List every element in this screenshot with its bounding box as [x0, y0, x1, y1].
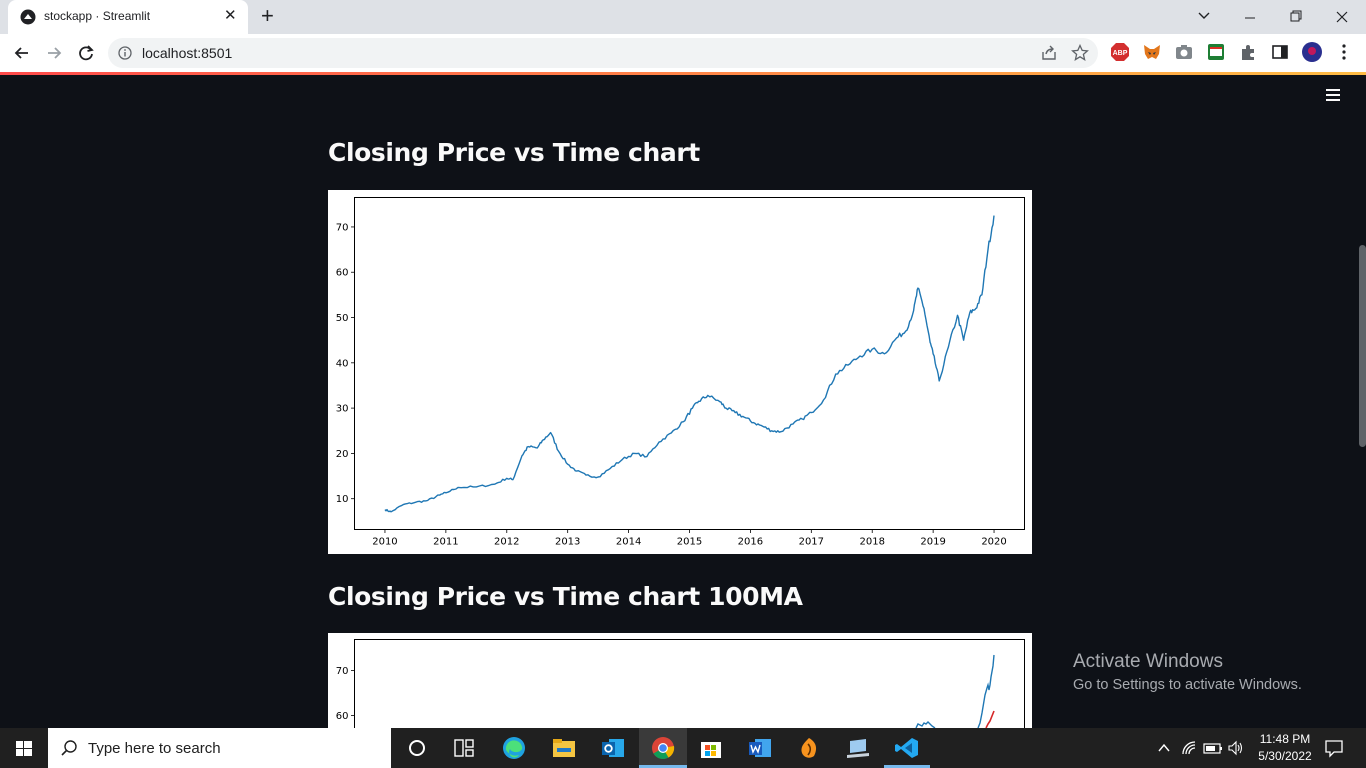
side-panel-icon[interactable]: [1270, 42, 1290, 62]
closing-price-100ma-chart-svg: 60 70: [336, 639, 1025, 728]
site-info-icon[interactable]: [118, 46, 132, 60]
x-tick-label: 2013: [555, 537, 580, 548]
plot-frame: [354, 197, 1025, 530]
y-tick-label: 70: [336, 666, 349, 677]
minimize-icon[interactable]: [1227, 4, 1273, 30]
chrome-icon[interactable]: [650, 736, 676, 760]
taskbar-search-box[interactable]: Type here to search: [48, 728, 391, 768]
reload-icon[interactable]: [76, 43, 96, 63]
svg-text:ABP: ABP: [1113, 50, 1128, 57]
metamask-fox-icon[interactable]: [1142, 42, 1162, 62]
search-icon: [61, 740, 77, 756]
y-tick-label: 70: [336, 222, 349, 233]
x-tick-label: 2010: [372, 537, 397, 548]
y-tick-label: 50: [336, 313, 349, 324]
show-hidden-icons-chevron-icon[interactable]: [1156, 740, 1172, 756]
tab-title: stockapp · Streamlit: [44, 9, 151, 23]
restore-icon[interactable]: [1273, 4, 1319, 30]
y-tick-label: 40: [336, 358, 349, 369]
battery-icon[interactable]: [1203, 741, 1223, 755]
plot-frame: [354, 639, 1025, 728]
microsoft-store-icon[interactable]: [698, 736, 724, 760]
more-menu-icon[interactable]: [1334, 42, 1354, 62]
x-tick-label: 2011: [433, 537, 458, 548]
y-tick-label: 20: [336, 449, 349, 460]
x-tick-label: 2012: [494, 537, 519, 548]
profile-avatar-icon[interactable]: [1302, 42, 1322, 62]
closing-price-chart-svg: 2010 2011 2012 2013 2014 2015 2016 2017 2018 2019…: [336, 197, 1025, 548]
word-icon[interactable]: [747, 736, 773, 760]
x-tick-label: 2015: [677, 537, 702, 548]
camera-icon[interactable]: [1174, 42, 1194, 62]
x-tick-label: 2017: [799, 537, 824, 548]
x-tick-label: 2020: [981, 537, 1006, 548]
x-tick-label: 2014: [616, 537, 641, 548]
tab-search-chevron-icon[interactable]: [1181, 4, 1227, 30]
back-arrow-icon[interactable]: [12, 43, 32, 63]
browser-tabstrip: stockapp · Streamlit ✕ +: [0, 0, 1366, 34]
clock-time: 11:48 PM: [1259, 732, 1311, 746]
bookmark-star-icon[interactable]: [1071, 44, 1089, 62]
activate-windows-watermark: Activate Windows Go to Settings to activ…: [1073, 651, 1302, 693]
vscode-icon[interactable]: [894, 736, 920, 760]
file-explorer-icon[interactable]: [551, 736, 577, 760]
task-view-icon[interactable]: [451, 736, 477, 760]
closing-price-line: [384, 215, 995, 513]
y-tick-label: 10: [336, 494, 349, 505]
moving-average-100-line: [985, 710, 995, 728]
y-tick-label: 60: [336, 711, 349, 722]
new-tab-icon[interactable]: +: [261, 5, 274, 27]
wifi-icon[interactable]: [1181, 740, 1199, 756]
streamlit-favicon-icon: [20, 9, 36, 25]
x-tick-label: 2019: [920, 537, 945, 548]
fl-studio-icon[interactable]: [796, 736, 822, 760]
closing-price-100ma-chart: 60 70: [328, 633, 1032, 728]
windows-start-icon[interactable]: [0, 728, 48, 768]
address-bar[interactable]: localhost:8501: [108, 38, 1098, 68]
page-scrollbar[interactable]: [1359, 245, 1366, 447]
close-window-icon[interactable]: [1319, 4, 1365, 30]
section-title-100ma: Closing Price vs Time chart 100MA: [328, 582, 803, 611]
share-icon[interactable]: [1040, 44, 1058, 62]
sheets-extension-icon[interactable]: [1206, 42, 1226, 62]
notifications-icon[interactable]: [1324, 738, 1344, 758]
url-text: localhost:8501: [142, 45, 233, 61]
search-placeholder: Type here to search: [88, 740, 221, 757]
volume-icon[interactable]: [1227, 740, 1245, 756]
close-tab-icon[interactable]: ✕: [224, 8, 237, 24]
laptop-app-icon[interactable]: [845, 736, 871, 760]
outlook-icon[interactable]: [600, 736, 626, 760]
x-tick-label: 2016: [738, 537, 763, 548]
streamlit-decoration-bar: [0, 72, 1366, 75]
cortana-icon[interactable]: [404, 736, 430, 760]
y-tick-label: 60: [336, 268, 349, 279]
closing-price-chart: 2010 2011 2012 2013 2014 2015 2016 2017 2018 2019…: [328, 190, 1032, 554]
edge-browser-icon[interactable]: [501, 736, 527, 760]
browser-tab[interactable]: stockapp · Streamlit ✕: [8, 0, 248, 34]
adblock-plus-icon[interactable]: ABP: [1110, 42, 1130, 62]
y-tick-label: 30: [336, 404, 349, 415]
x-tick-label: 2018: [860, 537, 885, 548]
extensions-puzzle-icon[interactable]: [1238, 42, 1258, 62]
windows-taskbar: Type here to search 11:48 PM 5/30/2022: [0, 728, 1366, 768]
hamburger-menu-icon[interactable]: [1325, 88, 1341, 102]
watermark-title: Activate Windows: [1073, 651, 1223, 672]
browser-toolbar: localhost:8501 ABP: [0, 34, 1366, 72]
clock-date: 5/30/2022: [1258, 749, 1312, 763]
forward-arrow-icon[interactable]: [44, 43, 64, 63]
watermark-subtitle: Go to Settings to activate Windows.: [1073, 677, 1302, 693]
closing-price-line: [915, 654, 995, 728]
system-clock[interactable]: 11:48 PM 5/30/2022: [1250, 731, 1320, 765]
section-title-closing-price: Closing Price vs Time chart: [328, 138, 700, 167]
